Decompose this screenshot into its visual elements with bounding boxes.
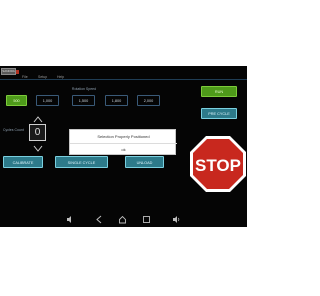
cycles-count-label: Cycles Count	[3, 128, 24, 132]
app-screen: SANDRA File Setup Help Rotation Speed 50…	[0, 66, 247, 227]
volume-up-icon[interactable]	[172, 215, 181, 224]
recents-icon[interactable]	[142, 215, 151, 224]
android-nav-bar	[0, 212, 247, 227]
run-button[interactable]: RUN	[201, 86, 237, 97]
speed-button-1000[interactable]: 1,000	[36, 95, 59, 106]
unload-button[interactable]: UNLOAD	[125, 156, 164, 168]
stop-sign-text: STOP	[195, 156, 241, 175]
alert-dialog: Selection Properly Positioned ok	[69, 129, 177, 155]
speed-button-1500[interactable]: 1,500	[72, 95, 95, 106]
home-icon[interactable]	[118, 215, 127, 224]
chevron-down-icon[interactable]	[33, 145, 43, 152]
cycles-count-value[interactable]: 0	[29, 124, 46, 141]
menu-divider	[0, 79, 247, 80]
stop-sign-button[interactable]: STOP	[189, 135, 247, 193]
speed-button-2000[interactable]: 2,000	[137, 95, 160, 106]
speed-button-500[interactable]: 500	[6, 95, 27, 106]
single-cycle-button[interactable]: SINGLE CYCLE	[55, 156, 108, 168]
volume-down-icon[interactable]	[66, 215, 75, 224]
app-logo: SANDRA	[1, 68, 16, 75]
dialog-message: Selection Properly Positioned	[97, 134, 150, 139]
chevron-up-icon[interactable]	[33, 116, 43, 123]
speed-button-1800[interactable]: 1,800	[105, 95, 128, 106]
pre-cycle-button[interactable]: PRE CYCLE	[201, 108, 237, 119]
back-icon[interactable]	[95, 215, 104, 224]
dialog-ok-button[interactable]: ok	[70, 144, 177, 155]
calibrate-button[interactable]: CALIBRATE	[3, 156, 43, 168]
speed-title: Rotation Speed	[71, 87, 97, 91]
logo-mark	[16, 70, 19, 74]
